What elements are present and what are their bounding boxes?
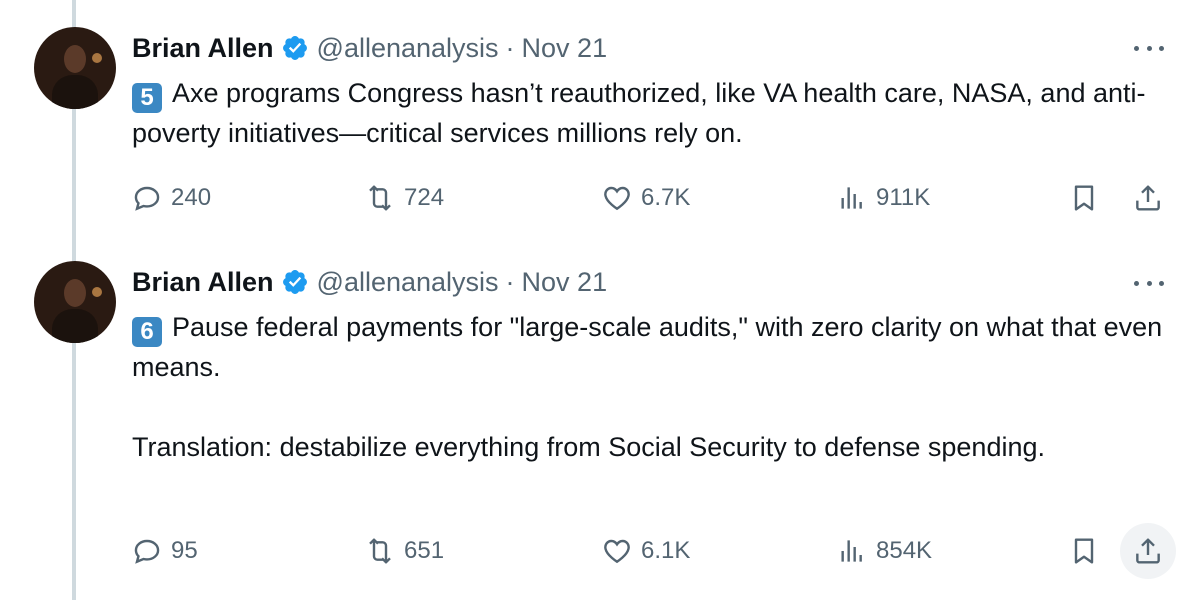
views-icon xyxy=(841,540,862,562)
reply-icon xyxy=(134,539,160,564)
repost-count: 651 xyxy=(404,537,445,564)
separator: · xyxy=(505,266,515,297)
reply-count: 95 xyxy=(171,537,198,564)
views-button[interactable]: 911K xyxy=(836,176,930,220)
avatar-light xyxy=(92,53,102,63)
tweet-paragraph: Axe programs Congress hasn’t reauthorize… xyxy=(132,78,1146,148)
repost-count: 724 xyxy=(404,184,445,211)
reply-count: 240 xyxy=(171,184,212,211)
repost-button[interactable]: 724 xyxy=(364,176,444,220)
avatar-light xyxy=(92,287,102,297)
views-count: 854K xyxy=(876,537,933,564)
tweet-header: Brian Allen @allenanalysis · Nov 21 xyxy=(132,30,607,66)
share-button[interactable] xyxy=(1132,529,1164,573)
share-icon xyxy=(1136,185,1160,211)
heart-icon xyxy=(604,186,630,211)
share-icon xyxy=(1136,538,1160,564)
more-icon[interactable] xyxy=(1134,273,1164,293)
avatar-head xyxy=(64,279,86,307)
tweet-date[interactable]: Nov 21 xyxy=(522,267,608,298)
tweet-text: 5 Axe programs Congress hasn’t reauthoriz… xyxy=(132,73,1172,153)
repost-button[interactable]: 651 xyxy=(364,529,444,573)
avatar-body xyxy=(52,75,98,109)
author-name[interactable]: Brian Allen xyxy=(132,33,274,64)
tweet-paragraph: Translation: destabilize everything from… xyxy=(132,432,1045,462)
like-count: 6.1K xyxy=(641,537,691,564)
views-button[interactable]: 854K xyxy=(836,529,932,573)
like-button[interactable]: 6.1K xyxy=(601,529,690,573)
views-icon xyxy=(841,187,862,209)
keycap-emoji: 6 xyxy=(132,317,162,347)
like-count: 6.7K xyxy=(641,184,691,211)
author-handle[interactable]: @allenanalysis xyxy=(317,267,499,298)
avatar-head xyxy=(64,45,86,73)
verified-badge-icon[interactable] xyxy=(281,268,309,296)
bookmark-button[interactable] xyxy=(1068,176,1100,220)
tweet-text: 6 Pause federal payments for "large-scale… xyxy=(132,307,1172,467)
author-handle[interactable]: @allenanalysis xyxy=(317,33,499,64)
tweet-paragraph: Pause federal payments for "large-scale … xyxy=(132,312,1163,382)
bookmark-button[interactable] xyxy=(1068,529,1100,573)
tweet-actions: 95 651 6.1K 854K xyxy=(0,523,1200,579)
separator: · xyxy=(505,32,515,63)
share-button[interactable] xyxy=(1132,176,1164,220)
like-button[interactable]: 6.7K xyxy=(601,176,690,220)
keycap-emoji: 5 xyxy=(132,83,162,113)
avatar[interactable] xyxy=(34,27,116,109)
verified-badge-icon[interactable] xyxy=(281,34,309,62)
tweet[interactable]: Brian Allen @allenanalysis · Nov 21 6 Pau… xyxy=(0,236,1200,600)
avatar-body xyxy=(52,309,98,343)
bookmark-icon xyxy=(1074,538,1094,564)
repost-icon xyxy=(369,185,391,211)
views-count: 911K xyxy=(876,184,931,211)
heart-icon xyxy=(604,539,630,564)
reply-button[interactable]: 240 xyxy=(131,176,211,220)
tweet-date[interactable]: Nov 21 xyxy=(522,33,608,64)
reply-button[interactable]: 95 xyxy=(131,529,198,573)
author-name[interactable]: Brian Allen xyxy=(132,267,274,298)
bookmark-icon xyxy=(1074,185,1094,211)
repost-icon xyxy=(369,538,391,564)
more-icon[interactable] xyxy=(1134,38,1164,58)
tweet-header: Brian Allen @allenanalysis · Nov 21 xyxy=(132,264,607,300)
tweet-actions: 240 724 6.7K 911K xyxy=(0,176,1200,220)
avatar[interactable] xyxy=(34,261,116,343)
tweet[interactable]: Brian Allen @allenanalysis · Nov 21 5 Axe… xyxy=(0,0,1200,236)
reply-icon xyxy=(134,186,160,211)
